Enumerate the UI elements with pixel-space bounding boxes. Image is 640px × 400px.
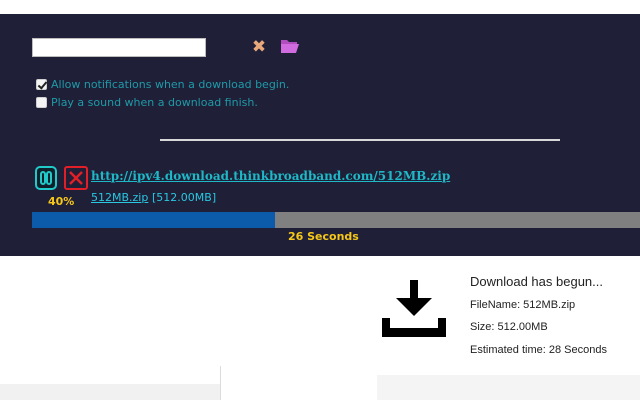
- option-sound[interactable]: Play a sound when a download finish.: [36, 96, 258, 109]
- background-strip: [0, 384, 220, 400]
- notification-title: Download has begun...: [470, 274, 603, 289]
- option-sound-label: Play a sound when a download finish.: [51, 96, 258, 109]
- progress-bar-fill: [32, 212, 276, 228]
- option-notifications-label: Allow notifications when a download begi…: [51, 78, 290, 91]
- sound-checkbox[interactable]: [36, 97, 47, 108]
- notification-time: Estimated time: 28 Seconds: [470, 344, 607, 356]
- progress-percent: 40%: [48, 195, 75, 208]
- open-folder-icon[interactable]: [280, 38, 300, 54]
- notification-filename: FileName: 512MB.zip: [470, 299, 576, 311]
- url-input[interactable]: [32, 38, 206, 57]
- progress-bar: [32, 212, 640, 228]
- download-url-link[interactable]: http://ipv4.download.thinkbroadband.com/…: [91, 169, 450, 183]
- notifications-checkbox[interactable]: [36, 79, 47, 90]
- clear-icon[interactable]: ✖: [251, 38, 267, 56]
- option-notifications[interactable]: Allow notifications when a download begi…: [36, 78, 289, 91]
- file-size-label: [512.00MB]: [152, 191, 217, 204]
- cancel-icon[interactable]: [64, 166, 88, 190]
- download-manager-panel: ✖ Allow notifications when a download be…: [0, 14, 640, 256]
- pause-icon[interactable]: [35, 166, 57, 190]
- background-divider: [220, 366, 221, 400]
- download-tray-icon: [380, 278, 448, 342]
- time-remaining: 26 Seconds: [288, 230, 359, 243]
- file-name-link[interactable]: 512MB.zip: [91, 191, 148, 204]
- notification-size: Size: 512.00MB: [470, 321, 548, 333]
- background-strip: [377, 375, 640, 400]
- app-root: ✖ Allow notifications when a download be…: [0, 0, 640, 400]
- divider: [160, 139, 560, 141]
